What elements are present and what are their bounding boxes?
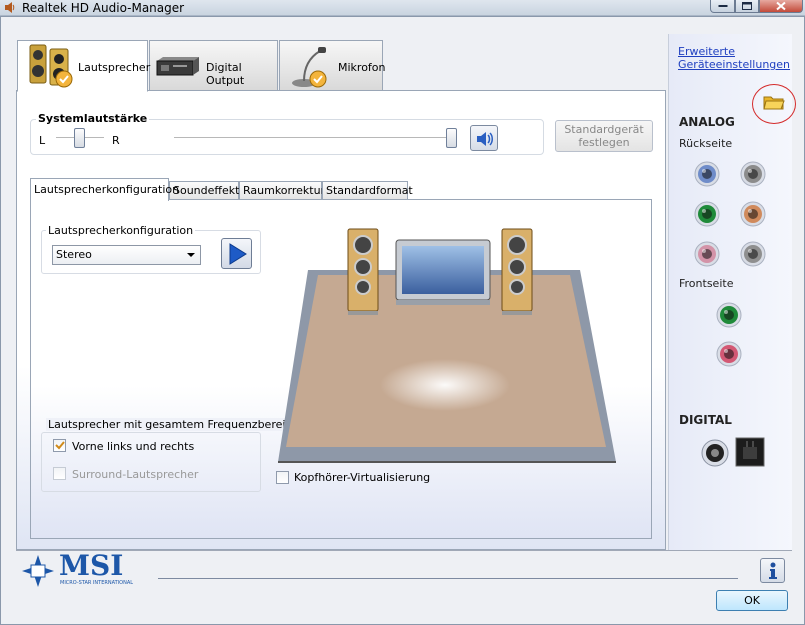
tab-lautsprecher-label: Lautsprecher xyxy=(78,61,151,74)
info-button[interactable] xyxy=(760,558,785,583)
window-title: Realtek HD Audio-Manager xyxy=(22,1,185,15)
checkmark-icon xyxy=(55,441,65,450)
play-icon xyxy=(227,243,247,268)
surround-checkbox[interactable] xyxy=(53,467,66,480)
msi-brand-text: MSI xyxy=(59,549,124,582)
play-test-button[interactable] xyxy=(221,238,252,269)
speaker-room-illustration xyxy=(270,215,630,470)
rear-jack-6[interactable] xyxy=(740,241,766,267)
footer-rule xyxy=(158,578,738,579)
balance-left-label: L xyxy=(39,134,46,147)
tab-mikrofon[interactable]: Mikrofon xyxy=(279,40,386,92)
realtek-app-icon xyxy=(3,1,16,14)
microphone-icon xyxy=(288,45,332,92)
rear-label: Rückseite xyxy=(679,137,733,150)
analog-heading: ANALOG xyxy=(679,115,735,129)
balance-right-label: R xyxy=(112,134,120,147)
divider xyxy=(16,550,792,551)
chevron-down-icon xyxy=(187,253,195,257)
headphone-virtualization-checkbox[interactable] xyxy=(276,471,289,484)
tab-digital-output[interactable]: Digital Output xyxy=(149,40,278,91)
minimize-button[interactable] xyxy=(710,0,735,13)
front-jack-2[interactable] xyxy=(716,341,742,367)
msi-brand-subtitle: MICRO-STAR INTERNATIONAL xyxy=(60,580,134,586)
headphone-virtualization-label: Kopfhörer-Virtualisierung xyxy=(294,471,431,484)
set-default-device-button[interactable]: Standardgerät festlegen xyxy=(555,120,653,152)
title-bar: Realtek HD Audio-Manager xyxy=(0,0,805,16)
tab-standardformat[interactable]: Standardformat xyxy=(322,181,413,200)
ok-button[interactable]: OK xyxy=(716,590,788,611)
rear-jack-4[interactable] xyxy=(740,201,766,227)
tab-mikrofon-label: Mikrofon xyxy=(338,61,386,74)
msi-logo: MSI MICRO-STAR INTERNATIONAL xyxy=(22,549,146,587)
digital-optical-jack-icon[interactable] xyxy=(735,437,765,470)
tab-lautsprecher[interactable]: Lautsprecher xyxy=(17,40,151,92)
speaker-volume-icon xyxy=(475,130,495,151)
surround-label: Surround-Lautsprecher xyxy=(72,468,199,481)
digital-heading: DIGITAL xyxy=(679,413,732,427)
front-label: Frontseite xyxy=(679,277,734,290)
right-speaker-icon xyxy=(501,228,533,315)
volume-track xyxy=(174,137,456,139)
tab-soundeffekt[interactable]: Soundeffekt xyxy=(169,181,239,200)
close-button[interactable] xyxy=(759,0,803,13)
info-icon xyxy=(767,562,779,583)
tab-digital-output-label: Digital Output xyxy=(206,61,245,87)
digital-coax-jack-icon[interactable] xyxy=(700,438,730,471)
rear-jack-1[interactable] xyxy=(694,161,720,187)
speaker-config-title: Lautsprecherkonfiguration xyxy=(46,224,196,237)
front-lr-checkbox[interactable] xyxy=(53,439,66,452)
advanced-settings-link[interactable]: Erweiterte Geräteeinstellungen xyxy=(678,45,790,71)
monitor-icon xyxy=(395,239,491,305)
full-range-title: Lautsprecher mit gesamtem Frequenzbereic… xyxy=(46,418,301,431)
speaker-config-select[interactable]: Stereo xyxy=(52,245,201,265)
left-speaker-icon xyxy=(347,228,379,315)
system-volume-title: Systemlautstärke xyxy=(36,112,150,125)
folder-icon[interactable] xyxy=(763,93,785,114)
rear-jack-5[interactable] xyxy=(694,241,720,267)
mute-button[interactable] xyxy=(470,125,498,151)
front-lr-label: Vorne links und rechts xyxy=(72,440,195,453)
rear-jack-3[interactable] xyxy=(694,201,720,227)
tab-raumkorrektur[interactable]: Raumkorrektur xyxy=(239,181,325,200)
balance-slider[interactable] xyxy=(74,128,85,148)
maximize-button[interactable] xyxy=(735,0,759,13)
front-jack-1[interactable] xyxy=(716,302,742,328)
digital-output-icon xyxy=(155,55,201,80)
speaker-icon xyxy=(28,43,76,92)
volume-slider[interactable] xyxy=(446,128,457,148)
tab-lautsprecherkonfiguration[interactable]: Lautsprecherkonfiguration xyxy=(30,178,179,201)
rear-jack-2[interactable] xyxy=(740,161,766,187)
